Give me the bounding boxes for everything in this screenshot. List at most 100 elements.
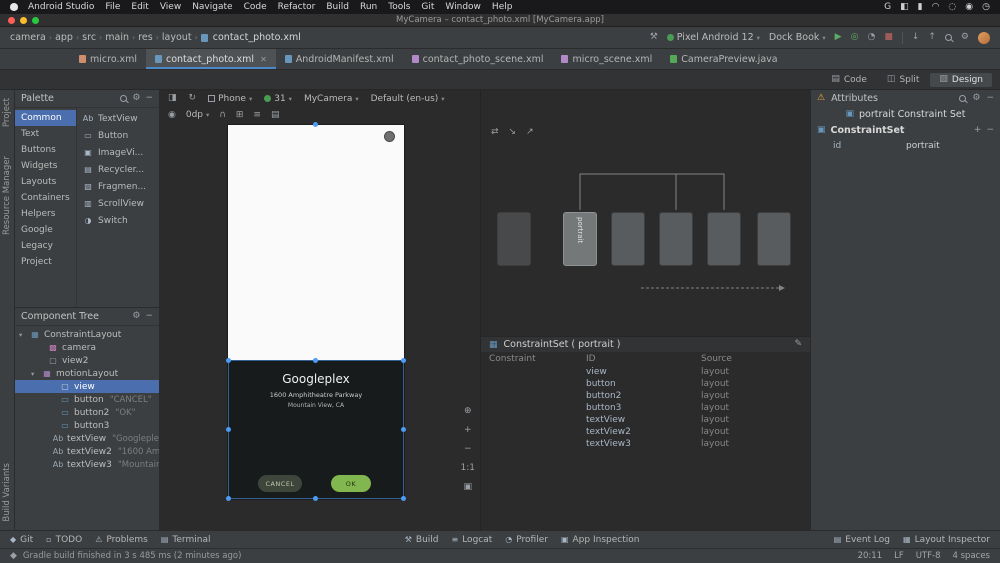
breadcrumb-item[interactable]: res (138, 32, 153, 43)
vcs-update-icon[interactable]: ↓ (912, 33, 920, 42)
device-selector[interactable]: Phone ▾ (208, 94, 252, 104)
menu-item[interactable]: Git (421, 2, 434, 12)
menu-item[interactable]: Android Studio (28, 2, 94, 12)
menu-item[interactable]: File (105, 2, 120, 12)
ok-button[interactable]: OK (331, 475, 371, 492)
line-ending[interactable]: LF (894, 551, 904, 561)
tree-row[interactable]: ▾ ▦ ConstraintLayout (15, 328, 159, 341)
grammarly-icon[interactable]: G (884, 2, 891, 12)
constraint-row[interactable]: view layout (481, 366, 810, 378)
tool-window-button[interactable]: ≡ Logcat (452, 535, 493, 545)
autoconnect-magnet-icon[interactable]: ∩ (219, 110, 226, 120)
palette-category[interactable]: Helpers (15, 206, 76, 222)
constraint-set-box[interactable]: portrait (563, 212, 597, 266)
pan-icon[interactable]: ⊕ (464, 406, 472, 416)
palette-component[interactable]: ▣ ImageVi... (77, 144, 159, 161)
spotlight-icon[interactable]: ◌ (948, 2, 956, 12)
design-surface-icon[interactable]: ◨ (168, 94, 177, 103)
tool-window-button[interactable]: ▦ Layout Inspector (903, 535, 990, 545)
pack-icon[interactable]: ▤ (271, 110, 280, 120)
palette-category[interactable]: Containers (15, 190, 76, 206)
editor-tab[interactable]: AndroidManifest.xml (276, 49, 403, 69)
phone-preview[interactable]: Googleplex 1600 Amphitheatre Parkway Mou… (226, 122, 406, 501)
palette-component[interactable]: ▭ Button (77, 127, 159, 144)
tree-row[interactable]: Ab textView2 "1600 Amphi..." (15, 445, 159, 458)
tool-strip-project[interactable]: Project (2, 98, 12, 127)
run-button[interactable]: ▶ (835, 33, 842, 42)
warning-icon[interactable]: ⚠ (817, 93, 825, 103)
tree-gear-icon[interactable]: ⚙ (132, 312, 140, 321)
info-overlay-view[interactable]: Googleplex 1600 Amphitheatre Parkway Mou… (226, 358, 406, 501)
palette-category[interactable]: Project (15, 254, 76, 270)
constraint-row[interactable]: button2 layout (481, 390, 810, 402)
tree-row[interactable]: ▢ view2 (15, 354, 159, 367)
editor-tab[interactable]: contact_photo.xml ✕ (146, 49, 276, 69)
tree-row[interactable]: Ab textView "Googleplex" (15, 432, 159, 445)
caret-position[interactable]: 20:11 (858, 551, 883, 561)
add-icon[interactable]: + (974, 125, 982, 135)
camera-flip-icon[interactable] (384, 131, 395, 142)
profile-button[interactable]: ◔ (867, 33, 875, 42)
tool-strip-resource-manager[interactable]: Resource Manager (2, 156, 12, 235)
tool-window-button[interactable]: ◆ Git (10, 535, 33, 545)
editor-tab[interactable]: micro.xml (70, 49, 146, 69)
constraint-row[interactable]: textView3 layout (481, 438, 810, 450)
close-window-button[interactable] (8, 16, 15, 24)
menu-item[interactable]: Navigate (192, 2, 232, 12)
palette-search-icon[interactable] (120, 95, 128, 102)
close-tab-icon[interactable]: ✕ (260, 55, 267, 64)
hide-panel-icon[interactable]: − (145, 94, 153, 103)
device-dropdown[interactable]: Pixel Android 12 ▾ (666, 32, 760, 43)
palette-category[interactable]: Buttons (15, 142, 76, 158)
file-encoding[interactable]: UTF-8 (916, 551, 941, 561)
motion-flow-icon[interactable]: ⇄ (491, 127, 499, 137)
menu-item[interactable]: Refactor (278, 2, 316, 12)
menu-item[interactable]: Code (244, 2, 267, 12)
palette-component[interactable]: Ab TextView (77, 110, 159, 127)
expander-icon[interactable]: ▾ (19, 331, 26, 339)
breadcrumb-item[interactable]: app (55, 32, 73, 43)
palette-category[interactable]: Legacy (15, 238, 76, 254)
constraint-set-box[interactable] (659, 212, 693, 266)
tool-strip-build-variants[interactable]: Build Variants (2, 463, 12, 522)
editor-tab[interactable]: CameraPreview.java (661, 49, 786, 69)
breadcrumb-item[interactable]: camera (10, 32, 46, 43)
selection-handle[interactable] (401, 496, 406, 501)
api-level-selector[interactable]: 31 ▾ (264, 94, 292, 104)
tool-window-button[interactable]: ◔ Profiler (505, 535, 548, 545)
tree-row[interactable]: ▾ ▦ motionLayout (15, 367, 159, 380)
vcs-commit-icon[interactable]: ↑ (928, 33, 936, 42)
run-config-dropdown[interactable]: Dock Book ▾ (769, 32, 826, 43)
maximize-window-button[interactable] (32, 16, 39, 24)
cancel-button[interactable]: CANCEL (258, 475, 302, 492)
view-options-eye-icon[interactable]: ◉ (168, 110, 176, 120)
clock-icon[interactable]: ◷ (982, 2, 990, 12)
orientation-icon[interactable]: ↻ (189, 94, 197, 103)
constraint-set-box[interactable] (497, 212, 531, 266)
default-margins-selector[interactable]: 0dp ▾ (186, 110, 209, 120)
tool-window-button[interactable]: ▤ Event Log (834, 535, 890, 545)
constraint-set-box[interactable] (707, 212, 741, 266)
hide-panel-icon[interactable]: − (986, 93, 994, 103)
constraint-set-section[interactable]: ▣ ConstraintSet + − (811, 122, 1000, 138)
editor-tab[interactable]: micro_scene.xml (552, 49, 661, 69)
constraint-row[interactable]: textView layout (481, 414, 810, 426)
constraint-set-box[interactable] (611, 212, 645, 266)
edit-pencil-icon[interactable]: ✎ (794, 340, 802, 349)
palette-category[interactable]: Google (15, 222, 76, 238)
menu-item[interactable]: Tools (388, 2, 410, 12)
palette-category[interactable]: Common (15, 110, 76, 126)
constraint-row[interactable]: button layout (481, 378, 810, 390)
motion-back-icon[interactable]: ↗ (526, 127, 534, 137)
breadcrumb-item[interactable]: layout (162, 32, 192, 43)
tool-window-button[interactable]: ⚠ Problems (95, 535, 148, 545)
stop-button[interactable]: ■ (884, 33, 893, 42)
profile-avatar[interactable] (978, 31, 990, 44)
apple-menu-icon[interactable] (10, 3, 18, 11)
tree-row[interactable]: ▭ button2 "OK" (15, 406, 159, 419)
locale-selector[interactable]: Default (en-us) ▾ (371, 94, 445, 104)
tree-row[interactable]: ▭ button "CANCEL" (15, 393, 159, 406)
mode-tab[interactable]: ◫ Split (878, 73, 928, 87)
selection-handle[interactable] (226, 426, 231, 432)
attributes-gear-icon[interactable]: ⚙ (972, 93, 980, 103)
